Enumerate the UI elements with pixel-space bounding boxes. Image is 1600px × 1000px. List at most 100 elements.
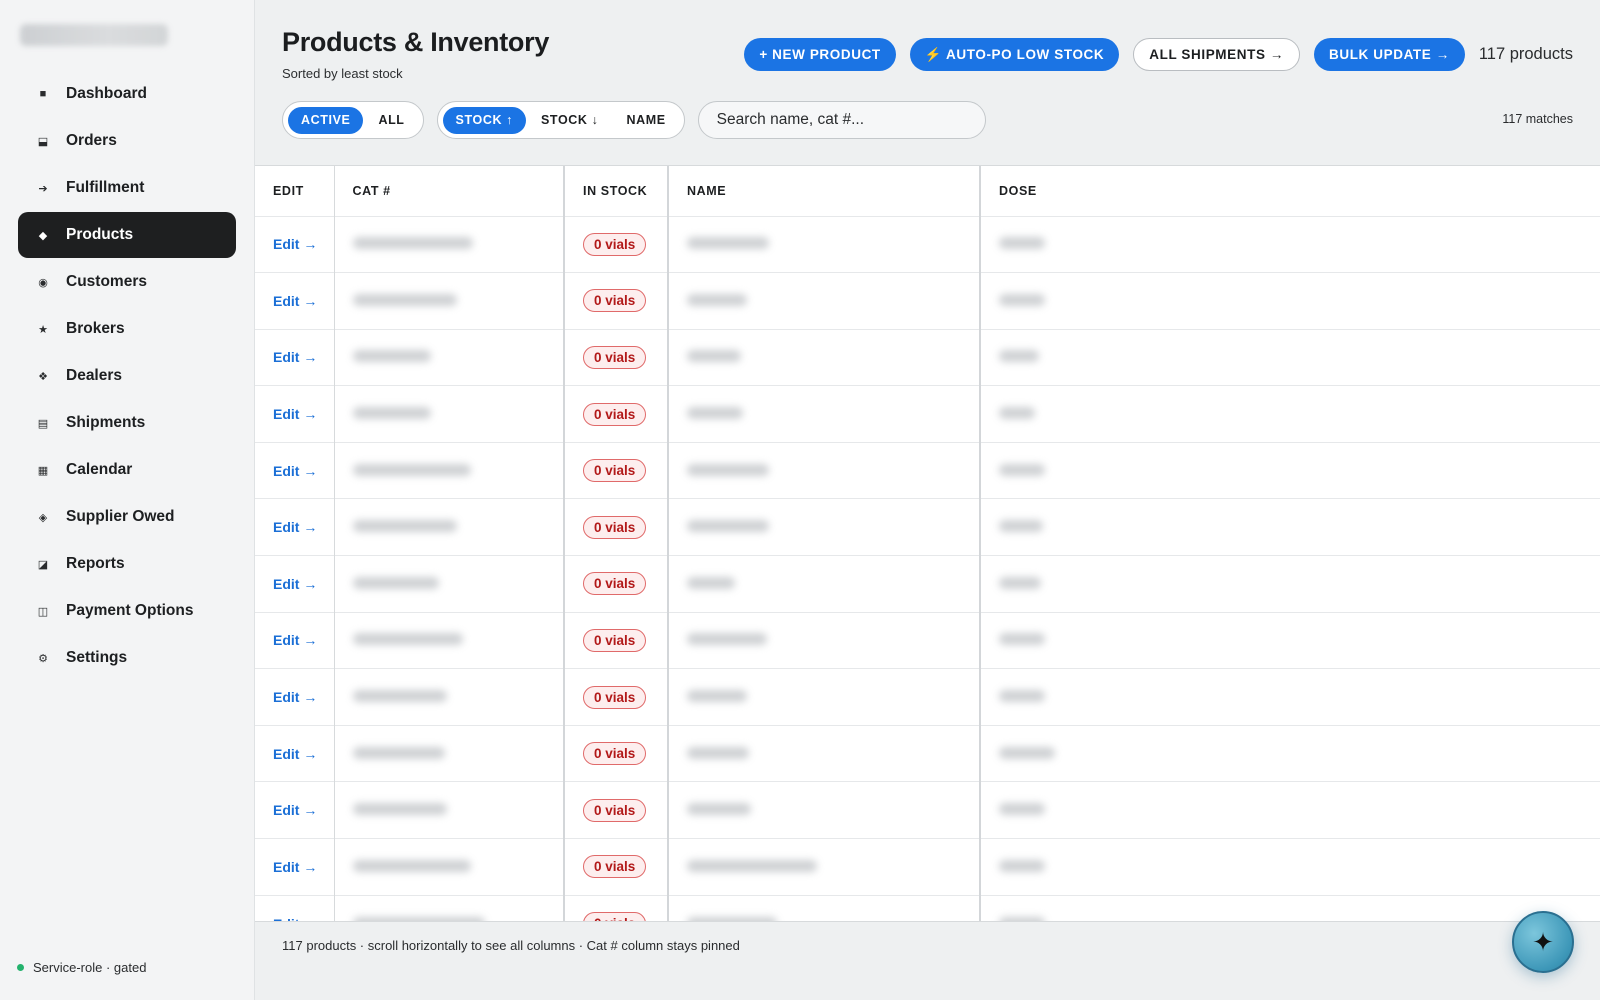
column-header-stock[interactable]: IN STOCK [564,166,669,216]
table-row[interactable]: Edit → 0 vials [255,498,1600,556]
sparkle-icon: ✦ [1532,926,1554,957]
table-row[interactable]: Edit → 0 vials [255,838,1600,896]
new-product-button[interactable]: + NEW PRODUCT [744,38,896,71]
sort-stock-asc-button[interactable]: STOCK ↑ [442,106,526,134]
product-name-redacted [687,803,751,816]
edit-cell: Edit → [255,328,335,386]
stock-cell: 0 vials [564,555,669,613]
table-row[interactable]: Edit → 0 vials [255,611,1600,669]
product-name-redacted [687,237,769,250]
edit-cell: Edit → [255,724,335,782]
table-row[interactable]: Edit → 0 vials [255,441,1600,499]
search-input[interactable] [697,101,986,139]
sidebar-item-dealers[interactable]: ❖ Dealers [18,353,236,399]
column-header-name[interactable]: NAME [668,166,981,216]
product-count: 117 products [1478,45,1573,63]
table-row[interactable]: Edit → 0 vials [255,555,1600,613]
stock-badge: 0 vials [583,742,647,766]
table-row[interactable]: Edit → 0 vials [255,894,1600,921]
cat-number-redacted [352,803,447,816]
sidebar-item-fulfillment[interactable]: ➔ Fulfillment [18,165,236,211]
stock-cell: 0 vials [564,668,669,726]
sidebar-item-orders[interactable]: ⬓ Orders [18,118,236,164]
edit-link[interactable]: Edit → [273,632,317,648]
sidebar-item-brokers[interactable]: ★ Brokers [18,306,236,352]
all-shipments-button[interactable]: ALL SHIPMENTS → [1133,38,1301,71]
edit-cell: Edit → [255,498,335,556]
edit-link[interactable]: Edit → [273,236,317,252]
dose-cell [980,838,1600,896]
sort-name-button[interactable]: NAME [613,107,678,134]
sort-stock-desc-button[interactable]: STOCK ↓ [528,107,611,134]
edit-link[interactable]: Edit → [273,916,317,921]
cat-number-redacted [352,859,471,872]
product-name-redacted [687,859,817,872]
edit-link[interactable]: Edit → [273,519,317,535]
stock-cell: 0 vials [564,328,669,386]
edit-link[interactable]: Edit → [273,349,317,365]
bulk-update-button[interactable]: BULK UPDATE → [1314,38,1465,71]
edit-link[interactable]: Edit → [273,406,317,422]
sidebar-item-calendar[interactable]: ▦ Calendar [18,447,236,493]
sidebar-item-dashboard[interactable]: ■ Dashboard [18,71,236,117]
calendar-icon: ▦ [37,464,49,477]
sidebar-item-settings[interactable]: ⚙ Settings [18,635,236,681]
sidebar-item-shipments[interactable]: ▤ Shipments [18,400,236,446]
cat-number-redacted [352,746,445,759]
stock-cell: 0 vials [564,611,669,669]
edit-cell: Edit → [255,781,335,839]
brand-logo[interactable] [20,24,168,46]
dose-cell [980,215,1600,273]
cat-number-redacted [352,350,431,363]
sidebar-item-reports[interactable]: ◪ Reports [18,541,236,587]
filter-all-button[interactable]: ALL [365,107,417,134]
sidebar-item-payment-options[interactable]: ◫ Payment Options [18,588,236,634]
name-cell [668,215,981,273]
customers-icon: ◉ [38,276,48,289]
page-subtitle: Sorted by least stock [282,66,403,81]
fulfillment-arrow-icon: ➔ [38,182,48,195]
edit-link[interactable]: Edit → [273,293,317,309]
column-header-dose[interactable]: DOSE [980,166,1600,216]
sidebar-item-products[interactable]: ◆ Products [18,212,236,258]
edit-link[interactable]: Edit → [273,576,317,592]
table-row[interactable]: Edit → 0 vials [255,781,1600,839]
main-content: Products & Inventory Sorted by least sto… [255,0,1600,1000]
sidebar-item-label: Payment Options [66,602,194,619]
products-table-container[interactable]: EDIT CAT # IN STOCK NAME DOSE Edit → 0 vi… [255,165,1600,922]
sidebar-item-label: Reports [66,555,125,572]
table-row[interactable]: Edit → 0 vials [255,385,1600,443]
name-cell [668,894,981,921]
sparkle-assistant-button[interactable]: ✦ [1512,911,1574,973]
cat-cell [334,894,565,921]
dose-cell [980,328,1600,386]
edit-link[interactable]: Edit → [273,859,317,875]
table-row[interactable]: Edit → 0 vials [255,668,1600,726]
sidebar-item-customers[interactable]: ◉ Customers [18,259,236,305]
edit-cell: Edit → [255,668,335,726]
name-cell [668,781,981,839]
sidebar-item-supplier-owed[interactable]: ◈ Supplier Owed [18,494,236,540]
table-row[interactable]: Edit → 0 vials [255,724,1600,782]
stock-badge: 0 vials [583,912,647,921]
table-row[interactable]: Edit → 0 vials [255,272,1600,330]
stock-cell: 0 vials [564,781,669,839]
table-row[interactable]: Edit → 0 vials [255,215,1600,273]
auto-po-low-stock-button[interactable]: ⚡ AUTO-PO LOW STOCK [909,38,1120,71]
table-row[interactable]: Edit → 0 vials [255,328,1600,386]
product-name-redacted [687,746,749,759]
dose-cell [980,668,1600,726]
column-header-cat[interactable]: CAT # [334,166,565,216]
filter-active-button[interactable]: ACTIVE [288,106,364,134]
products-icon: ◆ [38,229,48,242]
cat-cell [334,838,565,896]
sidebar-item-label: Fulfillment [66,179,145,196]
table-footer-note: 117 products · scroll horizontally to se… [282,938,740,953]
dose-redacted [999,803,1045,816]
name-cell [668,838,981,896]
dose-redacted [999,690,1045,703]
edit-link[interactable]: Edit → [273,802,317,818]
edit-link[interactable]: Edit → [273,689,317,705]
edit-link[interactable]: Edit → [273,463,317,479]
edit-link[interactable]: Edit → [273,746,317,762]
